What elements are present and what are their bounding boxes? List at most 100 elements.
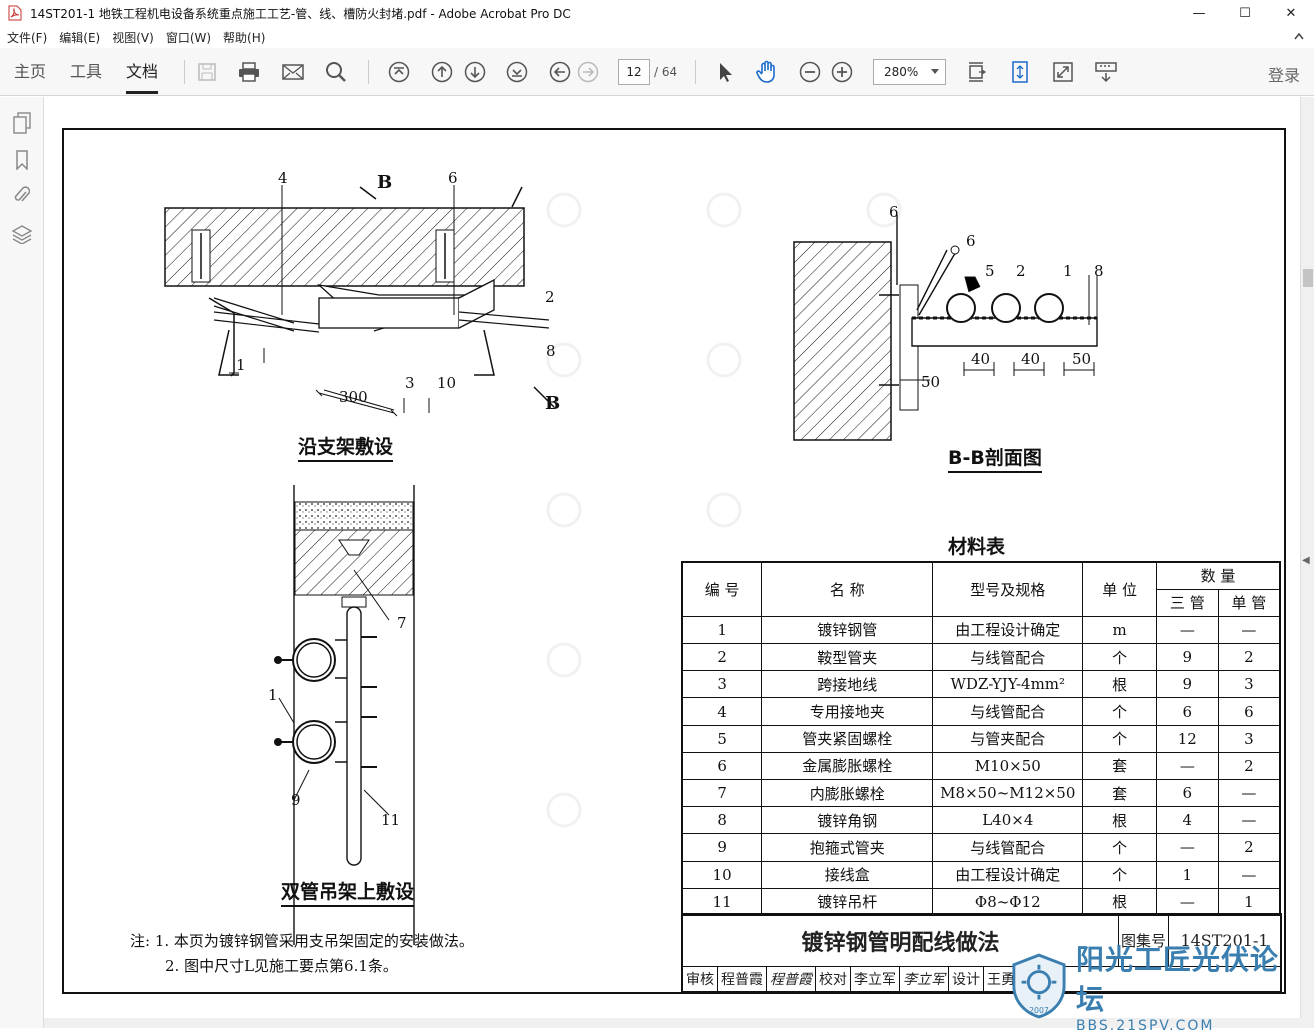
- dimension-label: 50: [1072, 350, 1092, 368]
- tab-document[interactable]: 文档: [114, 48, 170, 96]
- caption-support: 沿支架敷设: [298, 432, 394, 462]
- cell-unit: m: [1082, 615, 1157, 645]
- caption-section: B-B剖面图: [948, 443, 1042, 473]
- cell-unit: 个: [1082, 724, 1157, 753]
- tab-tools[interactable]: 工具: [58, 48, 114, 96]
- callout-label: 1: [1063, 262, 1073, 280]
- pdf-file-icon: [8, 5, 22, 21]
- search-icon[interactable]: [323, 59, 349, 85]
- zoom-level-select[interactable]: 280%: [873, 59, 946, 85]
- dimension-label: 50: [921, 373, 941, 391]
- material-table-title: 材料表: [948, 536, 1006, 558]
- callout-label: 6: [966, 232, 976, 250]
- forum-watermark: 2007 阳光工匠光伏论坛 BBS.21SPV.COM: [1010, 943, 1300, 1034]
- fit-page-icon[interactable]: [963, 59, 989, 85]
- previous-page-icon[interactable]: [429, 59, 455, 85]
- next-page-icon[interactable]: [462, 59, 488, 85]
- dimension-label: 40: [971, 350, 991, 368]
- collapse-menu-icon[interactable]: [1294, 30, 1304, 43]
- menu-edit[interactable]: 编辑(E): [59, 29, 100, 46]
- cell-unit: 个: [1082, 643, 1157, 672]
- callout-label: 2: [1016, 262, 1026, 280]
- cell-unit: 套: [1082, 751, 1157, 781]
- fit-width-icon[interactable]: [1007, 59, 1033, 85]
- menu-window[interactable]: 窗口(W): [166, 29, 211, 46]
- print-icon[interactable]: [236, 59, 262, 85]
- table-row: 6 金属膨胀螺栓 M10×50 套 —2: [681, 751, 1281, 781]
- select-cursor-icon[interactable]: [712, 59, 738, 85]
- tab-home[interactable]: 主页: [2, 48, 58, 96]
- forward-view-icon[interactable]: [575, 59, 601, 85]
- menu-help[interactable]: 帮助(H): [223, 29, 265, 46]
- cell-qty-single: —: [1217, 615, 1281, 645]
- cell-spec: L40×4: [932, 806, 1084, 835]
- cell-name: 跨接地线: [761, 670, 934, 699]
- callout-label: 2: [545, 288, 555, 306]
- scrollbar-thumb[interactable]: [1303, 269, 1313, 287]
- shield-logo-icon: 2007: [1012, 953, 1066, 1019]
- cell-qty-three: 9: [1155, 670, 1219, 699]
- vertical-scrollbar[interactable]: ◀: [1300, 97, 1314, 1028]
- header-qty: 数 量: [1155, 561, 1281, 590]
- callout-label: 1: [236, 356, 246, 374]
- read-mode-icon[interactable]: [1093, 59, 1119, 85]
- cell-qty-three: —: [1155, 833, 1219, 862]
- first-page-icon[interactable]: [386, 59, 412, 85]
- menu-file[interactable]: 文件(F): [7, 29, 47, 46]
- cell-qty-single: —: [1217, 806, 1281, 835]
- cell-name: 镀锌钢管: [761, 615, 934, 645]
- callout-label: 8: [1094, 262, 1104, 280]
- cell-name: 抱箍式管夹: [761, 833, 934, 862]
- page-thumbnails-icon[interactable]: [10, 111, 34, 135]
- cell-no: 10: [681, 860, 763, 889]
- header-spec: 型号及规格: [932, 561, 1084, 617]
- zoom-out-icon[interactable]: [797, 59, 823, 85]
- cell-unit: 个: [1082, 697, 1157, 726]
- support-installation-view: [164, 185, 555, 417]
- full-screen-icon[interactable]: [1050, 59, 1076, 85]
- expand-right-panel-icon[interactable]: ◀: [1302, 555, 1310, 566]
- callout-label: 8: [546, 342, 556, 360]
- last-page-icon[interactable]: [504, 59, 530, 85]
- menu-bar: 文件(F) 编辑(E) 视图(V) 窗口(W) 帮助(H): [0, 26, 1314, 48]
- save-icon[interactable]: [194, 59, 220, 85]
- caption-hanger: 双管吊架上敷设: [281, 877, 415, 907]
- cell-no: 2: [681, 643, 763, 672]
- callout-label: 5: [985, 262, 995, 280]
- layers-icon[interactable]: [10, 222, 34, 246]
- checker-signature: 李立军: [900, 967, 949, 993]
- callout-label: 11: [381, 811, 401, 829]
- hand-tool-icon[interactable]: [754, 59, 780, 85]
- callout-label: 4: [278, 169, 288, 187]
- zoom-in-icon[interactable]: [829, 59, 855, 85]
- bookmarks-icon[interactable]: [10, 148, 34, 172]
- cell-qty-single: 2: [1217, 833, 1281, 862]
- section-marker-label: B: [377, 172, 393, 193]
- page-number-input[interactable]: 12: [618, 59, 650, 85]
- table-row: 3 跨接地线 WDZ-YJY-4mm² 根 9 3: [681, 670, 1281, 699]
- review-label: 审核: [683, 967, 718, 993]
- header-unit: 单 位: [1082, 561, 1157, 617]
- callout-label: 6: [889, 203, 899, 221]
- cell-spec: 由工程设计确定: [932, 615, 1084, 645]
- cell-unit: 个: [1082, 833, 1157, 862]
- maximize-button[interactable]: ☐: [1222, 0, 1268, 26]
- close-button[interactable]: ✕: [1268, 0, 1314, 26]
- callout-label: 1: [268, 686, 278, 704]
- menu-view[interactable]: 视图(V): [112, 29, 154, 46]
- attachments-icon[interactable]: [10, 183, 34, 207]
- chevron-down-icon: [931, 69, 939, 74]
- minimize-button[interactable]: —: [1176, 0, 1222, 26]
- email-icon[interactable]: [280, 59, 306, 85]
- cell-no: 6: [681, 751, 763, 781]
- cell-spec: WDZ-YJY-4mm²: [932, 670, 1084, 699]
- callout-label: 10: [437, 374, 457, 392]
- toolbar-separator: [368, 60, 369, 84]
- cell-qty-three: —: [1155, 887, 1219, 916]
- cell-no: 8: [681, 806, 763, 835]
- back-view-icon[interactable]: [547, 59, 573, 85]
- login-link[interactable]: 登录: [1268, 62, 1300, 86]
- cell-qty-single: —: [1217, 860, 1281, 889]
- zoom-level-value: 280%: [884, 65, 919, 79]
- table-row: 4 专用接地夹 与线管配合个 6 6: [681, 697, 1281, 726]
